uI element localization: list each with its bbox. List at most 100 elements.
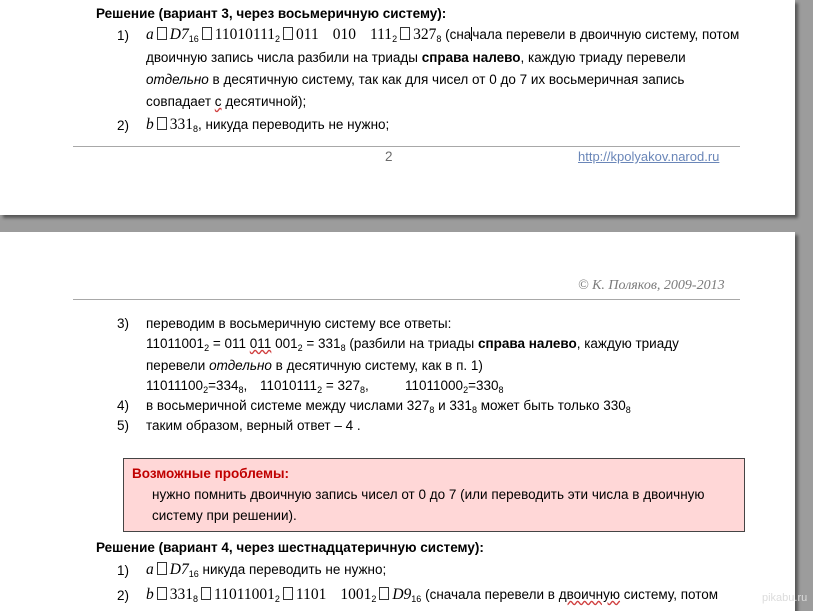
bold-text: справа налево	[421, 50, 521, 65]
subscript: 8	[498, 385, 504, 395]
text-line: перевели отдельно в десятичную систему, …	[146, 358, 483, 373]
solution-heading-variant3: Решение (вариант 3, через восьмеричную с…	[96, 6, 447, 21]
subscript: 2	[275, 34, 281, 44]
note-text: чала перевели в двоичную систему, потом	[472, 27, 740, 42]
text-run: никуда переводить не нужно;	[202, 562, 387, 577]
problems-text: систему при решении).	[152, 508, 297, 523]
equals-glyph-box	[282, 587, 293, 600]
text-run: , каждую триаду перевели	[520, 50, 686, 65]
document-page-top: Решение (вариант 3, через восьмеричную с…	[0, 0, 795, 215]
equals-glyph-box	[201, 587, 212, 600]
text-run: перевели	[146, 358, 206, 373]
text-run: =330	[468, 378, 499, 393]
subscript: 8	[625, 405, 631, 415]
text-run: , никуда переводить не нужно;	[198, 117, 390, 132]
spellcheck-text: с	[214, 94, 222, 109]
equals-glyph-box	[379, 587, 390, 600]
equals-glyph-box	[400, 27, 411, 40]
equals-glyph-box	[156, 562, 167, 575]
text-run: 11010111	[260, 378, 318, 393]
formula-oct: 331	[169, 586, 193, 603]
subscript: 2	[371, 594, 377, 604]
subscript: 8	[193, 594, 199, 604]
triad: 010	[332, 26, 356, 43]
italic-text: отдельно	[146, 72, 209, 87]
footer-link[interactable]: http://kpolyakov.narod.ru	[578, 149, 719, 164]
spellcheck-text: 011	[249, 336, 272, 351]
formula-line: a D716 никуда переводить не нужно;	[146, 561, 386, 579]
possible-problems-box: Возможные проблемы: нужно помнить двоичн…	[123, 458, 745, 532]
list-number: 5)	[117, 418, 130, 433]
formula-bin: 11010111	[214, 26, 275, 43]
list-number: 1)	[117, 28, 130, 43]
equals-glyph-box	[156, 117, 167, 130]
formula-var: a	[146, 561, 154, 578]
text-line: совпадает с десятичной);	[146, 94, 306, 109]
triad: 111	[369, 26, 393, 43]
subscript: 2	[392, 34, 398, 44]
header-rule	[73, 299, 740, 300]
text-run: 11011100	[146, 378, 204, 393]
conversion-1: 110111002=3348,	[146, 378, 247, 395]
text-run: 11011000	[405, 378, 464, 393]
conversion-2: 110101112 = 3278,	[260, 378, 369, 395]
formula-hex: D7	[169, 561, 189, 578]
subscript: 16	[188, 569, 199, 579]
tetrad: 1101	[295, 586, 327, 603]
italic-text: отдельно	[209, 358, 272, 373]
text-line: таким образом, верный ответ – 4 .	[146, 418, 361, 433]
problems-title: Возможные проблемы:	[132, 466, 289, 481]
formula-oct: 327	[413, 26, 437, 43]
text-line: отдельно в десятичную систему, так как д…	[146, 72, 684, 87]
formula-var: b	[146, 116, 154, 133]
text-line: 110110012 = 011 011 0012 = 3318 (разбили…	[146, 336, 679, 353]
triad: 011	[296, 26, 319, 43]
page-header-copyright: © К. Поляков, 2009-2013	[578, 278, 725, 293]
solution-heading-variant4: Решение (вариант 4, через шестнадцатерич…	[96, 540, 484, 555]
text-run: в десятичную систему, как в п. 1)	[275, 358, 483, 373]
formula-line: b 3318 110110012 1101 10012 D916 (сначала пер…	[146, 586, 718, 604]
text-line: переводим в восьмеричную систему все отв…	[146, 316, 452, 331]
subscript: 2	[297, 343, 303, 353]
page-number: 2	[385, 149, 393, 164]
text-run: =334	[208, 378, 239, 393]
subscript: 2	[204, 343, 210, 353]
formula-oct: 331	[169, 116, 193, 133]
text-run: = 011	[212, 336, 247, 351]
formula-hex: D9	[392, 586, 412, 603]
text-run: (сначала перевели в	[425, 587, 555, 602]
subscript: 2	[274, 594, 280, 604]
footer-rule	[73, 146, 740, 147]
list-number: 2)	[117, 588, 130, 603]
text-run: может быть только 330	[476, 398, 626, 413]
note-text: (сна	[445, 27, 472, 42]
formula-hex: D7	[169, 26, 189, 43]
text-run: совпадает	[146, 94, 212, 109]
text-run: = 331	[306, 336, 341, 351]
list-number: 3)	[117, 316, 130, 331]
text-run: в десятичную систему, так как для чисел …	[208, 72, 685, 87]
text-run: десятичной);	[225, 94, 307, 109]
text-line: двоичную запись числа разбили на триады …	[146, 50, 686, 65]
formula-var: b	[146, 586, 154, 603]
tetrad: 1001	[340, 586, 372, 603]
subscript: 8	[340, 343, 346, 353]
text-run: в восьмеричной системе между числами 327	[146, 398, 430, 413]
formula-var: a	[146, 26, 154, 43]
subscript: 16	[411, 594, 422, 604]
text-run: = 327	[322, 378, 360, 393]
text-run: ,	[365, 378, 369, 393]
formula-line: a D716 110101112 011 010 1112 3278 (сначала пе…	[146, 26, 739, 44]
list-number: 1)	[117, 563, 130, 578]
spellcheck-text: двоичную	[558, 587, 621, 602]
text-run: , каждую триаду	[576, 336, 679, 351]
formula-line: b 3318, никуда переводить не нужно;	[146, 116, 389, 134]
text-run: 001	[275, 336, 298, 351]
equals-glyph-box	[283, 27, 294, 40]
equals-glyph-box	[156, 27, 167, 40]
text-run: и 331	[434, 398, 472, 413]
subscript: 8	[436, 34, 442, 44]
conversion-3: 110110002=3308	[405, 378, 504, 395]
document-page-bottom: © К. Поляков, 2009-2013 3) переводим в в…	[0, 232, 795, 611]
bold-text: справа налево	[477, 336, 577, 351]
